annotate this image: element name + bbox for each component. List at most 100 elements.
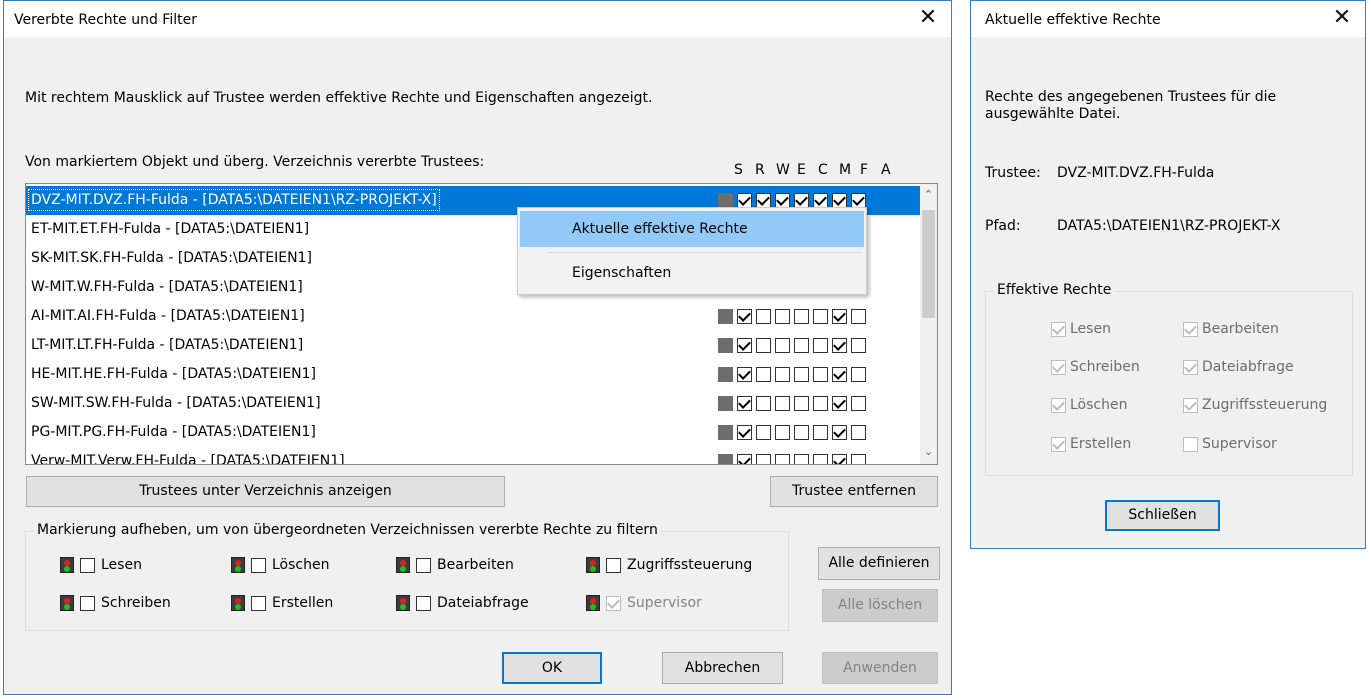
filter-löschen[interactable]: Löschen [231,557,329,573]
trustee-row[interactable]: HE-MIT.HE.FH-Fulda - [DATA5:\DATEIEN1] [26,360,937,389]
right-checkbox[interactable] [813,396,828,411]
filter-checkbox[interactable] [606,557,621,573]
right-checkbox[interactable] [832,367,847,382]
rights-header-letter: A [881,162,891,178]
right-checkbox[interactable] [737,338,752,353]
filter-checkbox[interactable] [416,557,431,573]
right-checkbox[interactable] [851,396,866,411]
close-icon[interactable]: ✕ [913,3,943,33]
scroll-thumb[interactable] [922,210,935,318]
right-checkbox[interactable] [851,425,866,440]
right-checkbox[interactable] [832,396,847,411]
scroll-up-icon[interactable]: ⌃ [920,186,937,203]
filter-group-label: Markierung aufheben, um von übergeordnet… [34,522,661,538]
filter-erstellen[interactable]: Erstellen [231,595,333,611]
filter-checkbox[interactable] [251,595,266,611]
trustee-name: AI-MIT.AI.FH-Fulda - [DATA5:\DATEIEN1] [31,308,305,324]
effective-right-label: Dateiabfrage [1202,359,1294,375]
filter-zugriffssteuerung[interactable]: Zugriffssteuerung [586,557,752,573]
right-checkbox[interactable] [813,193,828,208]
right-checkbox[interactable] [756,454,771,464]
title-bar[interactable]: Aktuelle effektive Rechte ✕ [971,1,1365,37]
apply-button[interactable]: Anwenden [822,652,938,684]
right-checkbox[interactable] [775,309,790,324]
trustee-row[interactable]: AI-MIT.AI.FH-Fulda - [DATA5:\DATEIEN1] [26,302,937,331]
right-checkbox[interactable] [813,338,828,353]
right-checkbox[interactable] [737,193,752,208]
clear-all-button[interactable]: Alle löschen [822,589,938,622]
right-checkbox[interactable] [794,396,809,411]
menu-item-effective-rights[interactable]: Aktuelle effektive Rechte [520,211,864,247]
right-checkbox[interactable] [832,338,847,353]
filter-checkbox[interactable] [80,557,95,573]
filter-checkbox[interactable] [416,595,431,611]
filter-lesen[interactable]: Lesen [60,557,142,573]
right-checkbox[interactable] [832,425,847,440]
trustee-name: LT-MIT.LT.FH-Fulda - [DATA5:\DATEIEN1] [31,337,304,353]
right-checkbox[interactable] [756,193,771,208]
right-checkbox[interactable] [775,193,790,208]
trustee-row[interactable]: SW-MIT.SW.FH-Fulda - [DATA5:\DATEIEN1] [26,389,937,418]
right-checkbox[interactable] [737,454,752,464]
right-checkbox[interactable] [737,309,752,324]
filter-dateiabfrage[interactable]: Dateiabfrage [396,595,529,611]
effective-rights-dialog: Aktuelle effektive Rechte ✕ Rechte des a… [970,0,1366,549]
right-checkbox[interactable] [775,396,790,411]
trustee-name: SW-MIT.SW.FH-Fulda - [DATA5:\DATEIEN1] [31,395,321,411]
menu-item-properties[interactable]: Eigenschaften [520,255,864,291]
right-checkbox[interactable] [775,338,790,353]
right-checkbox[interactable] [737,396,752,411]
right-checkbox[interactable] [813,425,828,440]
right-checkbox[interactable] [851,367,866,382]
right-checkbox[interactable] [794,454,809,464]
trustee-row[interactable]: PG-MIT.PG.FH-Fulda - [DATA5:\DATEIEN1] [26,418,937,447]
right-checkbox[interactable] [775,367,790,382]
filter-label: Erstellen [272,595,334,611]
right-checkbox[interactable] [851,454,866,464]
right-checkbox[interactable] [832,454,847,464]
right-checkbox[interactable] [794,425,809,440]
right-checkbox[interactable] [775,425,790,440]
right-checkbox[interactable] [756,338,771,353]
right-checkbox[interactable] [832,193,847,208]
right-checkbox[interactable] [756,309,771,324]
right-checkbox [718,454,733,464]
right-checkbox[interactable] [737,425,752,440]
vertical-scrollbar[interactable]: ⌃ ⌄ [920,184,937,464]
right-checkbox[interactable] [756,396,771,411]
right-checkbox[interactable] [794,367,809,382]
right-checkbox[interactable] [794,193,809,208]
filter-bearbeiten[interactable]: Bearbeiten [396,557,514,573]
right-checkbox[interactable] [756,425,771,440]
right-checkbox[interactable] [832,309,847,324]
right-checkbox[interactable] [813,309,828,324]
right-checkbox[interactable] [851,193,866,208]
cancel-button[interactable]: Abbrechen [662,652,783,684]
right-checkbox[interactable] [794,338,809,353]
close-button[interactable]: Schließen [1105,500,1220,531]
scroll-down-icon[interactable]: ⌄ [920,443,937,460]
filter-schreiben[interactable]: Schreiben [60,595,171,611]
right-checkbox[interactable] [794,309,809,324]
show-trustees-button[interactable]: Trustees unter Verzeichnis anzeigen [26,476,505,507]
filter-checkbox[interactable] [80,595,95,611]
right-checkbox[interactable] [851,309,866,324]
effective-right-dateiabfrage: Dateiabfrage [1183,359,1294,375]
right-checkbox[interactable] [737,367,752,382]
remove-trustee-button[interactable]: Trustee entfernen [770,476,938,507]
title-bar[interactable]: Vererbte Rechte und Filter ✕ [4,1,951,37]
right-checkbox[interactable] [813,454,828,464]
filter-checkbox[interactable] [251,557,266,573]
filter-supervisor: Supervisor [586,595,702,611]
close-icon[interactable]: ✕ [1327,3,1357,33]
right-checkbox[interactable] [775,454,790,464]
trustee-row[interactable]: LT-MIT.LT.FH-Fulda - [DATA5:\DATEIEN1] [26,331,937,360]
define-all-button[interactable]: Alle definieren [818,547,940,580]
trustee-row[interactable]: Verw-MIT.Verw.FH-Fulda - [DATA5:\DATEIEN… [26,447,937,464]
ok-button[interactable]: OK [502,652,602,684]
right-checkbox [718,338,733,353]
right-checkbox[interactable] [813,367,828,382]
right-checkbox[interactable] [756,367,771,382]
effective-right-label: Löschen [1070,397,1128,413]
right-checkbox[interactable] [851,338,866,353]
